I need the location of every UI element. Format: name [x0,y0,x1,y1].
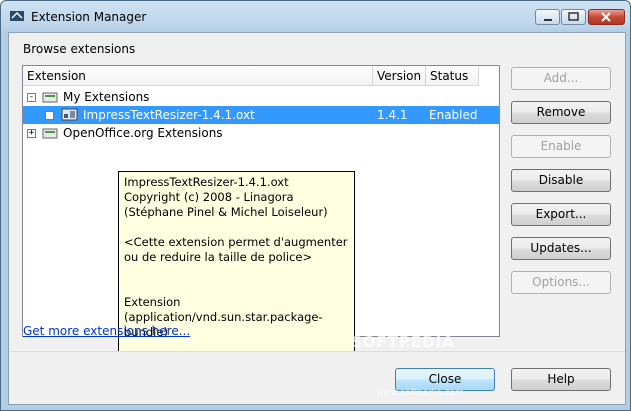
extension-manager-window: Extension Manager Browse extensions Exte… [0,0,631,411]
close-window-button[interactable] [588,9,625,25]
tree-node-openoffice-extensions[interactable]: + OpenOffice.org Extensions [23,124,499,142]
close-icon [601,12,611,22]
help-button[interactable]: Help [511,368,611,391]
title-bar[interactable]: Extension Manager [1,1,630,33]
export-button[interactable]: Export... [511,203,611,226]
tree-row-selected-extension[interactable]: + ImpressTextResizer-1.4.1.oxt 1.4.1 Ena… [23,106,499,124]
collapse-icon[interactable]: - [27,93,36,102]
folder-icon [42,92,58,103]
disable-button[interactable]: Disable [511,169,611,192]
column-header-extension[interactable]: Extension [23,66,373,86]
get-more-extensions-link[interactable]: Get more extensions here... [23,324,190,338]
extensions-list[interactable]: Extension Version Status - My Extensions… [22,65,500,359]
extension-version: 1.4.1 [377,108,408,122]
expand-icon[interactable]: + [27,129,36,138]
extension-name: ImpressTextResizer-1.4.1.oxt [83,108,255,122]
add-button[interactable]: Add... [511,67,611,90]
maximize-button[interactable] [561,9,586,25]
extension-icon [61,108,78,121]
tree-label-my-extensions: My Extensions [63,90,150,104]
watermark-logo: SOFTPEDIA [351,333,455,351]
options-button[interactable]: Options... [511,271,611,294]
app-icon [10,11,24,21]
watermark-url: www.softpedia.com [376,388,464,398]
enable-button[interactable]: Enable [511,135,611,158]
maximize-icon [568,12,579,21]
remove-button[interactable]: Remove [511,101,611,124]
expand-icon[interactable]: + [45,111,54,120]
window-title: Extension Manager [31,10,147,24]
column-header-status[interactable]: Status [426,66,479,86]
updates-button[interactable]: Updates... [511,237,611,260]
tree-label-openoffice-extensions: OpenOffice.org Extensions [63,126,223,140]
folder-icon [42,128,58,139]
browse-extensions-label: Browse extensions [23,42,136,56]
minimize-button[interactable] [535,9,560,25]
minimize-icon [544,19,552,21]
dialog-footer: Close Help [9,352,625,404]
tree-node-my-extensions[interactable]: - My Extensions [23,88,499,106]
extension-status: Enabled [429,108,478,122]
column-header-version[interactable]: Version [373,66,426,86]
dialog-client-area: Browse extensions Extension Version Stat… [8,32,626,405]
